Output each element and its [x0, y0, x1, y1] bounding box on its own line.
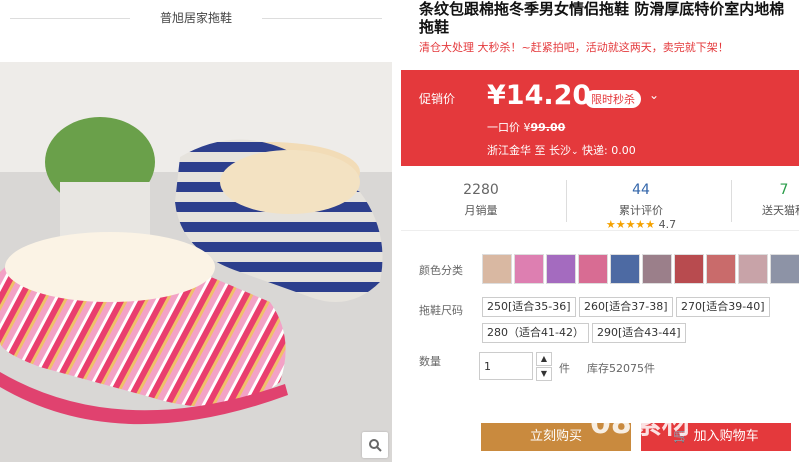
zoom-button[interactable] — [362, 432, 388, 458]
color-label: 颜色分类 — [419, 264, 463, 277]
star-rating-icon: ★★★★★ — [605, 218, 656, 231]
watermark-logo: 08素材 — [590, 406, 692, 441]
product-image[interactable] — [0, 62, 392, 462]
shipping-info: 浙江金华 至 长沙⌄ 快递: 0.00 — [487, 144, 636, 157]
color-swatch[interactable] — [482, 254, 512, 284]
size-option[interactable]: 250[适合35-36] — [482, 297, 576, 317]
promo-price: ¥14.20 — [487, 80, 592, 111]
quantity-decrease-button[interactable]: ▼ — [536, 367, 552, 381]
color-swatch[interactable] — [578, 254, 608, 284]
color-swatch[interactable] — [546, 254, 576, 284]
color-swatch[interactable] — [738, 254, 768, 284]
quantity-input[interactable]: 1 — [479, 352, 533, 380]
promo-label: 促销价 — [419, 92, 456, 106]
chevron-down-icon: ⌄ — [571, 147, 579, 157]
color-swatch[interactable] — [642, 254, 672, 284]
product-title: 条纹包跟棉拖冬季男女情侣拖鞋 防滑厚底特价室内地棉拖鞋 — [419, 0, 785, 36]
size-option[interactable]: 260[适合37-38] — [579, 297, 673, 317]
color-swatch[interactable] — [674, 254, 704, 284]
size-option[interactable]: 270[适合39-40] — [676, 297, 770, 317]
quantity-increase-button[interactable]: ▲ — [536, 352, 552, 366]
flash-sale-badge: 限时秒杀 — [585, 90, 641, 108]
color-swatch[interactable] — [706, 254, 736, 284]
slippers-illustration — [0, 62, 392, 462]
chevron-down-icon[interactable]: ⌄ — [649, 88, 659, 102]
shop-title: 普旭居家拖鞋 — [0, 0, 392, 36]
search-icon — [369, 439, 382, 452]
quantity-unit: 件 — [559, 362, 570, 375]
quantity-label: 数量 — [419, 355, 441, 368]
sales-stats: 2280月销量 44累计评价 ★★★★★ 4.7 7送天猫积 — [401, 172, 799, 231]
review-count[interactable]: 44 累计评价 ★★★★★ 4.7 — [596, 182, 686, 231]
promo-panel: 促销价 ¥14.20 限时秒杀 ⌄ 一口价 ¥99.00 浙江金华 至 长沙⌄ … — [401, 70, 799, 166]
size-option[interactable]: 290[适合43-44] — [592, 323, 686, 343]
color-swatch[interactable] — [770, 254, 799, 284]
monthly-sales: 2280 月销量 — [463, 182, 499, 217]
product-gallery: 普旭居家拖鞋 — [0, 0, 392, 468]
color-swatch[interactable] — [514, 254, 544, 284]
color-swatch[interactable] — [610, 254, 640, 284]
size-label: 拖鞋尺码 — [419, 304, 463, 317]
tmall-points: 7送天猫积 — [762, 182, 799, 217]
original-price: 一口价 ¥99.00 — [487, 121, 566, 134]
product-subtitle: 清仓大处理 大秒杀！~赶紧拍吧，活动就这两天，卖完就下架！ — [419, 41, 729, 54]
size-option[interactable]: 280（适合41-42） — [482, 323, 589, 343]
stock-count: 库存52075件 — [587, 362, 655, 375]
destination-select[interactable]: 长沙⌄ — [549, 144, 579, 157]
